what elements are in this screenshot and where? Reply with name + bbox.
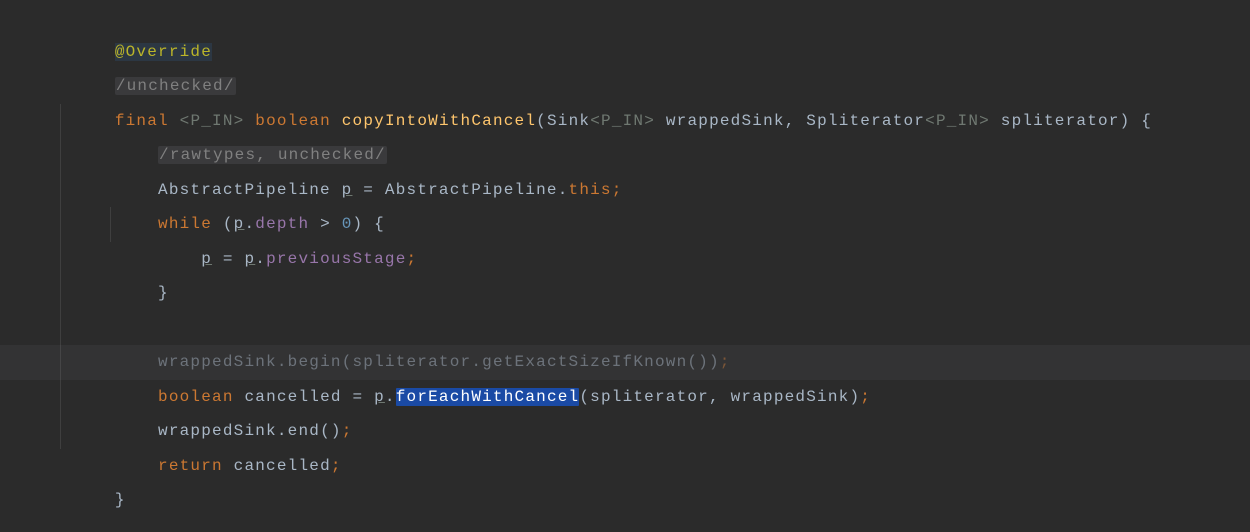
- code-line[interactable]: final <P_IN> boolean copyIntoWithCancel(…: [0, 69, 1250, 104]
- code-line[interactable]: wrappedSink.end();: [0, 380, 1250, 415]
- code-line[interactable]: return cancelled;: [0, 414, 1250, 449]
- code-line[interactable]: AbstractPipeline p = AbstractPipeline.th…: [0, 138, 1250, 173]
- blank-line: [50, 284, 61, 302]
- brace-close: }: [115, 491, 126, 509]
- code-line[interactable]: /rawtypes, unchecked/: [0, 104, 1250, 139]
- code-line[interactable]: /unchecked/: [0, 35, 1250, 70]
- code-line[interactable]: wrappedSink.begin(spliterator.getExactSi…: [0, 311, 1250, 346]
- code-line[interactable]: }: [0, 449, 1250, 484]
- code-editor[interactable]: @Override /unchecked/ final <P_IN> boole…: [0, 0, 1250, 532]
- code-line[interactable]: @Override: [0, 0, 1250, 35]
- code-line[interactable]: while (p.depth > 0) {: [0, 173, 1250, 208]
- code-line[interactable]: [0, 276, 1250, 311]
- code-line[interactable]: p = p.previousStage;: [0, 207, 1250, 242]
- code-line-current[interactable]: boolean cancelled = p.forEachWithCancel(…: [0, 345, 1250, 380]
- code-line[interactable]: }: [0, 242, 1250, 277]
